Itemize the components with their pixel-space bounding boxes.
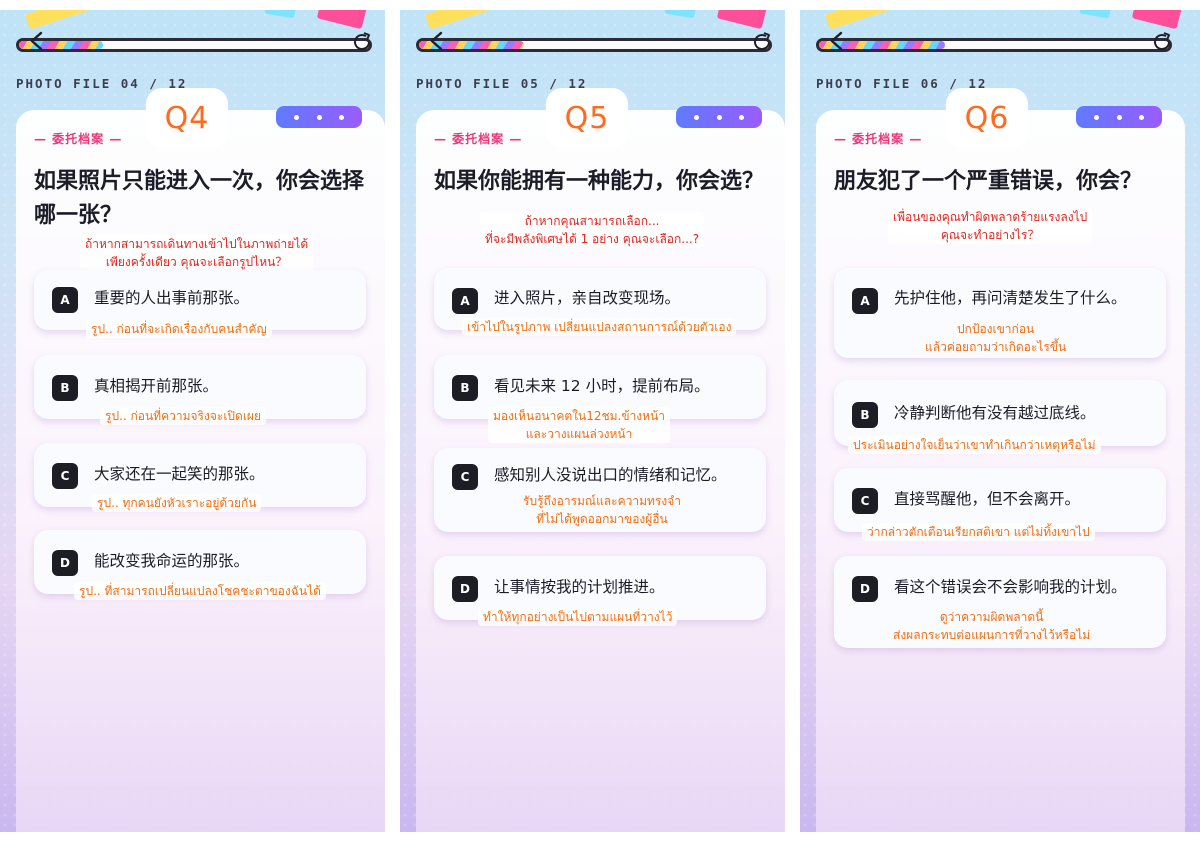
option-translation: ประเมินอย่างใจเย็นว่าเขาทำเกินกว่าเหตุหร…: [848, 436, 1101, 454]
option-text: 感知别人没说出口的情绪和记忆。: [494, 466, 727, 484]
option-translation: รูป.. ก่อนที่ความจริงจะเปิดเผย: [100, 407, 266, 425]
option-letter-badge: D: [52, 550, 78, 576]
translation-line: เพื่อนของคุณทำผิดพลาดร้ายแรงลงไป: [893, 210, 1088, 224]
menu-dots-icon[interactable]: [676, 106, 762, 128]
translation-line: ที่จะมีพลังพิเศษได้ 1 อย่าง คุณจะเลือก..…: [485, 232, 700, 246]
option-text: 重要的人出事前那张。: [94, 289, 250, 307]
option-text: 进入照片，亲自改变现场。: [494, 289, 681, 307]
translation-line: รับรู้ถึงอารมณ์และความทรงจำ: [523, 494, 681, 508]
translation-line: และวางแผนล่วงหน้า: [525, 427, 633, 441]
back-arrow-icon[interactable]: [26, 30, 48, 52]
option-text: 让事情按我的计划推进。: [494, 578, 665, 596]
option-text: 冷静判断他有没有越过底线。: [894, 404, 1096, 422]
translation-line: ปกป้องเขาก่อน: [956, 322, 1035, 336]
translation-line: ที่ไม่ได้พูดออกมาของผู้อื่น: [536, 512, 668, 526]
question-title: 朋友犯了一个严重错误，你会？: [834, 169, 1143, 194]
question-translation: ถ้าหากสามารถเดินทางเข้าไปในภาพถ่ายได้ เพ…: [80, 235, 314, 271]
option-text: 能改变我命运的那张。: [94, 552, 250, 570]
progress-bar: [816, 38, 1172, 52]
question-panel-q6: PHOTO FILE 06 / 12 Q6 — 委托档案 — 朋友犯了一个严重错…: [800, 10, 1200, 832]
option-translation: ทำให้ทุกอย่างเป็นไปตามแผนที่วางไว้: [478, 608, 678, 626]
progress-bar: [16, 38, 372, 52]
decor-stripe: [664, 10, 696, 19]
decor-stripe: [425, 10, 491, 30]
option-translation: รูป.. ที่สามารถเปลี่ยนแปลงโชคชะตาของฉันไ…: [74, 582, 326, 600]
translation-line: ส่งผลกระทบต่อแผนการที่วางไว้หรือไม่: [893, 628, 1091, 642]
question-translation: เพื่อนของคุณทำผิดพลาดร้ายแรงลงไป คุณจะทำ…: [888, 208, 1093, 244]
option-letter-badge: B: [852, 402, 878, 428]
translation-line: ถ้าหากสามารถเดินทางเข้าไปในภาพถ่ายได้: [85, 237, 309, 251]
menu-dots-icon[interactable]: [276, 106, 362, 128]
option-text: 真相揭开前那张。: [94, 377, 219, 395]
question-number: Q4: [146, 88, 228, 148]
refresh-icon[interactable]: [1150, 30, 1174, 54]
refresh-icon[interactable]: [750, 30, 774, 54]
option-letter-badge: A: [452, 288, 478, 314]
question-title: 如果你能拥有一种能力，你会选？: [434, 169, 765, 194]
option-translation: ว่ากล่าวตักเตือนเรียกสติเขา แต่ไม่ทิ้งเข…: [862, 523, 1095, 541]
option-translation: เข้าไปในรูปภาพ เปลี่ยนแปลงสถานการณ์ด้วยต…: [462, 318, 737, 336]
option-translation: รูป.. ก่อนที่จะเกิดเรื่องกับคนสำคัญ: [86, 320, 272, 338]
option-text: 大家还在一起笑的那张。: [94, 465, 265, 483]
decor-stripe: [316, 10, 368, 30]
option-letter-badge: B: [52, 375, 78, 401]
menu-dots-icon[interactable]: [1076, 106, 1162, 128]
translation-line: ถ้าหากคุณสามารถเลือก...: [524, 214, 660, 228]
option-letter-badge: C: [452, 464, 478, 490]
option-text: 先护住他，再问清楚发生了什么。: [894, 289, 1127, 307]
translation-line: เพียงครั้งเดียว คุณจะเลือกรูปไหน？: [105, 255, 288, 269]
decor-stripe: [25, 10, 91, 30]
option-translation: ปกป้องเขาก่อน แล้วค่อยถามว่าเกิดอะไรขึ้น: [920, 320, 1071, 356]
back-arrow-icon[interactable]: [426, 30, 448, 52]
option-translation: รูป.. ทุกคนยังหัวเราะอยู่ด้วยกัน: [92, 494, 262, 512]
decor-stripe: [1131, 10, 1183, 30]
question-number: Q5: [546, 88, 628, 148]
option-letter-badge: A: [52, 287, 78, 313]
option-letter-badge: A: [852, 288, 878, 314]
progress-bar: [416, 38, 772, 52]
option-letter-badge: D: [852, 576, 878, 602]
option-letter-badge: C: [52, 463, 78, 489]
decor-stripe: [264, 10, 296, 19]
decor-stripe: [825, 10, 891, 30]
question-panel-q4: PHOTO FILE 04 / 12 Q4 — 委托档案 — 如果照片只能进入一…: [0, 10, 385, 832]
commission-file-tag: — 委托档案 —: [834, 132, 923, 146]
refresh-icon[interactable]: [350, 30, 374, 54]
option-translation: รับรู้ถึงอารมณ์และความทรงจำ ที่ไม่ได้พูด…: [518, 492, 686, 528]
option-translation: มองเห็นอนาคตใน12ชม.ข้างหน้า และวางแผนล่ว…: [488, 407, 671, 443]
question-panel-q5: PHOTO FILE 05 / 12 Q5 — 委托档案 — 如果你能拥有一种能…: [400, 10, 785, 832]
decor-stripe: [716, 10, 768, 30]
translation-line: ดูว่าความผิดพลาดนี้: [939, 610, 1044, 624]
commission-file-tag: — 委托档案 —: [34, 132, 123, 146]
translation-line: มองเห็นอนาคตใน12ชม.ข้างหน้า: [493, 409, 666, 423]
translation-line: แล้วค่อยถามว่าเกิดอะไรขึ้น: [925, 340, 1067, 354]
question-translation: ถ้าหากคุณสามารถเลือก... ที่จะมีพลังพิเศษ…: [480, 212, 705, 248]
translation-line: คุณจะทำอย่างไร？: [940, 228, 1040, 242]
back-arrow-icon[interactable]: [826, 30, 848, 52]
decor-stripe: [1079, 10, 1111, 19]
option-text: 看见未来 12 小时，提前布局。: [494, 377, 710, 395]
option-letter-badge: D: [452, 576, 478, 602]
question-number: Q6: [946, 88, 1028, 148]
option-text: 直接骂醒他，但不会离开。: [894, 490, 1081, 508]
option-letter-badge: B: [452, 375, 478, 401]
option-text: 看这个错误会不会影响我的计划。: [894, 578, 1127, 596]
option-translation: ดูว่าความผิดพลาดนี้ ส่งผลกระทบต่อแผนการท…: [888, 608, 1095, 644]
commission-file-tag: — 委托档案 —: [434, 132, 523, 146]
question-title: 如果照片只能进入一次，你会选择哪一张？: [34, 169, 365, 228]
option-letter-badge: C: [852, 488, 878, 514]
